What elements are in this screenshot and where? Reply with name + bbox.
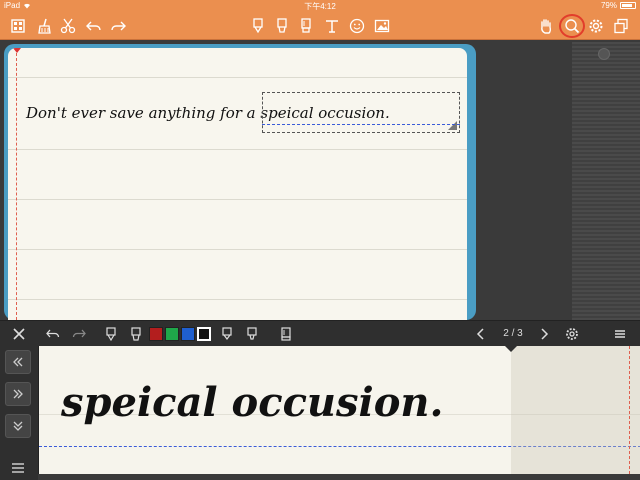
move-left-button[interactable] <box>5 350 31 374</box>
text-tool-icon[interactable] <box>322 16 342 36</box>
zoom-pen-icon[interactable] <box>103 325 119 343</box>
zoom-undo-icon[interactable] <box>44 325 62 343</box>
color-swatch-green[interactable] <box>165 327 179 341</box>
zoom-writing-canvas[interactable]: speical occusion. <box>38 346 640 474</box>
resize-handle[interactable] <box>448 121 457 130</box>
zoom-icon[interactable] <box>562 16 582 36</box>
color-swatch-red[interactable] <box>149 327 163 341</box>
page-indicator: 2 / 3 <box>503 328 523 339</box>
emoji-icon[interactable] <box>347 16 367 36</box>
highlighter-icon[interactable] <box>272 16 292 36</box>
hand-icon[interactable] <box>536 16 556 36</box>
move-right-button[interactable] <box>5 382 31 406</box>
broom-icon[interactable] <box>35 16 55 36</box>
note-page[interactable]: Don't ever save anything for a speical o… <box>8 48 467 320</box>
ruled-lines <box>8 48 467 320</box>
battery-percent: 79% <box>600 1 617 10</box>
main-toolbar <box>0 12 640 40</box>
undo-icon[interactable] <box>84 16 104 36</box>
zoom-redo-icon[interactable] <box>70 325 88 343</box>
marker-icon[interactable] <box>296 16 316 36</box>
zoom-menu-icon[interactable] <box>11 462 25 474</box>
zoom-settings-icon[interactable] <box>563 325 581 343</box>
scroll-thumb[interactable] <box>598 48 610 60</box>
zoom-fine-pen-icon[interactable] <box>244 325 260 343</box>
margin-line <box>16 48 17 320</box>
zoom-right-margin <box>629 346 630 474</box>
zoom-highlighter-icon[interactable] <box>128 325 144 343</box>
scissors-icon[interactable] <box>58 16 78 36</box>
zoom-marker-icon[interactable] <box>219 325 235 343</box>
zoomed-handwriting: speical occusion. <box>60 379 443 426</box>
color-swatch-blue[interactable] <box>181 327 195 341</box>
next-line-button[interactable] <box>5 414 31 438</box>
zoom-toolbar: 2 / 3 <box>0 320 640 346</box>
menu-icon[interactable] <box>611 325 629 343</box>
zoom-baseline <box>262 124 460 125</box>
zoom-side-controls <box>0 346 38 480</box>
zoom-selection-box[interactable] <box>262 92 460 133</box>
close-icon[interactable] <box>10 325 28 343</box>
pen-icon[interactable] <box>248 16 268 36</box>
gear-icon[interactable] <box>586 16 606 36</box>
prev-page-icon[interactable] <box>473 325 489 343</box>
zoomed-text: speical occusion. <box>60 379 443 426</box>
page-grid-icon[interactable] <box>8 16 28 36</box>
next-page-icon[interactable] <box>536 325 552 343</box>
page-scroll-strip[interactable] <box>572 42 640 320</box>
copy-pages-icon[interactable] <box>611 16 631 36</box>
image-icon[interactable] <box>372 16 392 36</box>
status-bar: iPad 下午4:12 79% <box>0 0 640 12</box>
battery-icon <box>620 2 636 9</box>
clock: 下午4:12 <box>304 2 336 11</box>
redo-icon[interactable] <box>108 16 128 36</box>
color-swatch-black[interactable] <box>197 327 211 341</box>
zoom-eraser-icon[interactable] <box>278 325 294 343</box>
zoom-overflow-region <box>511 346 640 474</box>
page-marker <box>13 48 21 53</box>
